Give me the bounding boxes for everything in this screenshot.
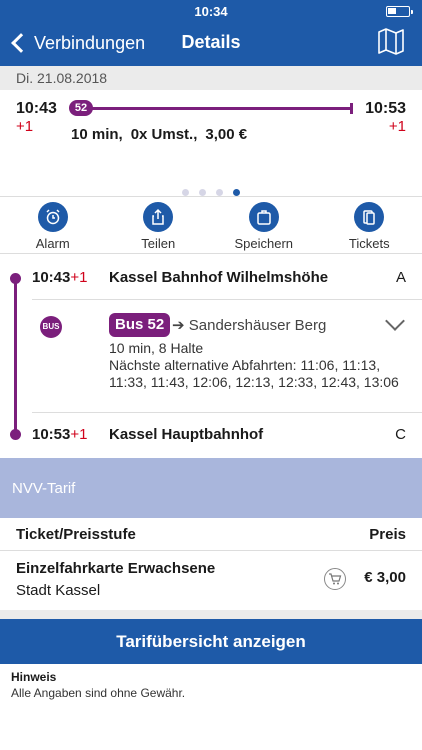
share-icon	[143, 202, 174, 232]
departure-delay: +1	[16, 118, 34, 135]
end-dot	[10, 429, 21, 440]
start-dot	[10, 273, 21, 284]
leg-info: 10 min, 8 Halte Nächste alternative Abfa…	[109, 340, 409, 391]
journey-timeline: 10:43+1 Kassel Bahnhof Wilhelmshöhe A BU…	[0, 254, 422, 457]
back-label: Verbindungen	[34, 32, 146, 53]
divider	[32, 299, 422, 300]
direction-name: Sandershäuser Berg	[188, 317, 327, 334]
map-icon[interactable]	[376, 26, 406, 56]
back-button[interactable]: Verbindungen	[10, 30, 145, 56]
column-price: Preis	[369, 526, 406, 543]
column-ticket: Ticket/Preisstufe	[16, 526, 136, 543]
cart-icon[interactable]	[324, 568, 346, 590]
route-line	[72, 107, 352, 110]
ticket-name: Einzelfahrkarte Erwachsene	[16, 560, 216, 577]
alarm-clock-icon	[37, 202, 68, 232]
section-separator	[0, 610, 422, 619]
ticket-icon	[354, 202, 385, 232]
direction: ➔ Sandershäuser Berg	[172, 316, 326, 334]
end-time: 10:53+1	[32, 426, 87, 443]
timeline-line	[14, 278, 17, 435]
leg-stats: 10 min, 8 Halte	[109, 340, 204, 356]
page-dot[interactable]	[216, 189, 223, 196]
end-time-value: 10:53	[32, 426, 71, 443]
status-time: 10:34	[194, 4, 228, 19]
bus-icon: BUS	[40, 316, 62, 338]
route-end-marker	[350, 103, 353, 114]
end-delay: +1	[70, 426, 88, 443]
briefcase-icon	[248, 202, 279, 232]
tickets-label: Tickets	[348, 236, 390, 251]
share-button[interactable]: Teilen	[106, 197, 212, 253]
battery-icon	[386, 6, 413, 17]
arrow-right-icon: ➔	[172, 317, 189, 334]
save-button[interactable]: Speichern	[211, 197, 317, 253]
divider	[32, 412, 422, 413]
action-bar: Alarm Teilen Speichern Tickets	[0, 196, 422, 254]
alarm-button[interactable]: Alarm	[0, 197, 106, 253]
line-badge: 52	[69, 100, 93, 116]
hint-text: Alle Angaben sind ohne Gewähr.	[11, 686, 186, 700]
ticket-price: € 3,00	[364, 569, 406, 586]
ticket-zone: Stadt Kassel	[16, 582, 101, 599]
hint-title: Hinweis	[11, 670, 57, 684]
tariff-overview-button[interactable]: Tarifübersicht anzeigen	[0, 619, 422, 664]
tickets-button[interactable]: Tickets	[317, 197, 422, 253]
arrival-delay: +1	[388, 118, 406, 135]
ticket-table-header: Ticket/Preisstufe Preis	[16, 526, 406, 543]
chevron-left-icon	[11, 33, 31, 53]
start-stop-name: Kassel Bahnhof Wilhelmshöhe	[109, 269, 329, 286]
save-label: Speichern	[234, 236, 294, 251]
chevron-down-icon[interactable]	[385, 311, 405, 331]
connection-summary[interactable]: 10:43 +1 52 10:53 +1 10 min, 0x Umst., 3,0…	[0, 90, 422, 196]
start-time: 10:43+1	[32, 269, 87, 286]
alarm-label: Alarm	[35, 236, 70, 251]
page-dot[interactable]	[199, 189, 206, 196]
departure-time: 10:43	[16, 100, 57, 117]
navigation-bar: 10:34 Verbindungen Details	[0, 0, 422, 66]
duration: 10 min,	[71, 126, 123, 143]
date-header: Di. 21.08.2018	[0, 66, 422, 90]
arrival-time: 10:53	[365, 100, 406, 117]
line-label: Bus 52	[109, 313, 171, 337]
page-dot[interactable]	[182, 189, 189, 196]
start-delay: +1	[70, 269, 88, 286]
page-dot-active[interactable]	[233, 189, 240, 196]
tariff-header: NVV-Tarif	[0, 458, 422, 518]
divider	[0, 550, 422, 551]
share-label: Teilen	[141, 236, 176, 251]
alternative-departures: Nächste alternative Abfahrten: 11:06, 11…	[109, 357, 399, 390]
transfers: 0x Umst.,	[130, 126, 198, 143]
summary-info: 10 min, 0x Umst., 3,00 €	[71, 126, 255, 143]
start-time-value: 10:43	[32, 269, 71, 286]
summary-price: 3,00 €	[205, 126, 248, 143]
start-platform: A	[395, 269, 406, 286]
end-platform: C	[395, 426, 406, 443]
ticket-table: Ticket/Preisstufe Preis Einzelfahrkarte …	[0, 518, 422, 610]
end-stop-name: Kassel Hauptbahnhof	[109, 426, 264, 443]
